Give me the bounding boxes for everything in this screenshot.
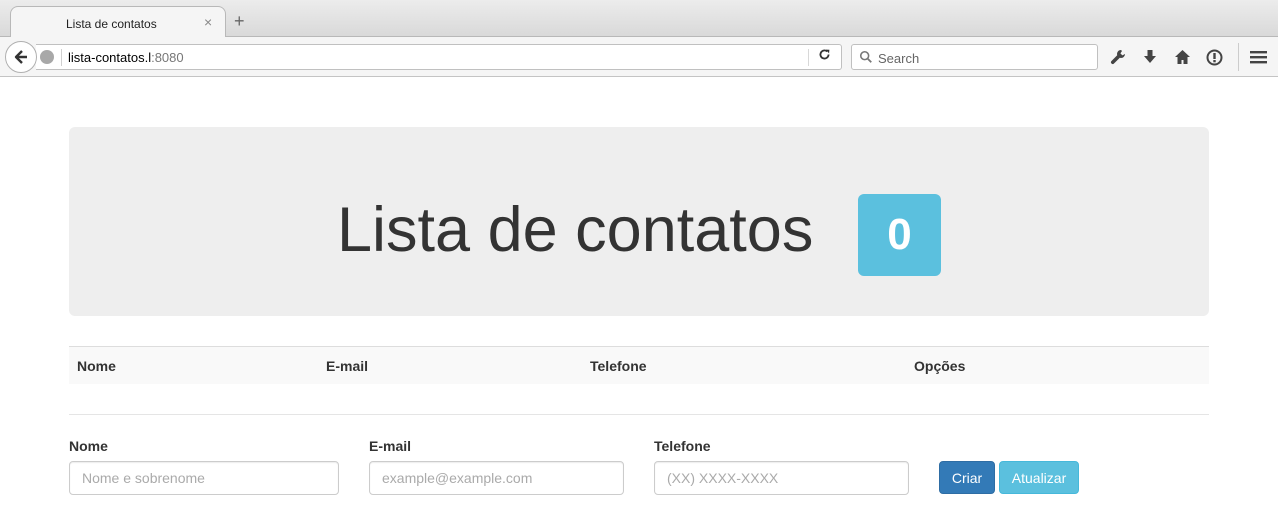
name-input[interactable] [69,461,339,495]
form-divider [69,414,1209,415]
column-header-opcoes: Opções [914,358,966,374]
download-icon[interactable] [1139,46,1161,68]
search-bar[interactable]: Search [851,44,1098,70]
email-label: E-mail [369,438,412,454]
page-title: Lista de contatos [337,195,814,265]
browser-tab[interactable]: Lista de contatos × [10,6,226,38]
url-port: :8080 [151,50,184,65]
home-icon[interactable] [1171,46,1193,68]
new-tab-icon[interactable]: + [234,12,245,30]
back-button[interactable] [5,41,37,73]
contact-count-badge: 0 [858,194,941,276]
search-placeholder: Search [878,51,920,66]
search-icon [859,50,872,63]
phone-input[interactable] [654,461,909,495]
url-bar[interactable]: lista-contatos.l:8080 [36,44,842,70]
tab-close-icon[interactable]: × [204,14,212,30]
back-icon [14,50,27,64]
contacts-table-header: Nome E-mail Telefone Opções [69,346,1209,384]
tab-title: Lista de contatos [66,17,157,31]
update-button[interactable]: Atualizar [999,461,1079,494]
url-separator [61,49,62,66]
globe-icon [40,50,54,64]
info-icon[interactable] [1203,46,1225,68]
phone-label: Telefone [654,438,711,454]
url-text[interactable]: lista-contatos.l:8080 [68,50,184,65]
create-button[interactable]: Criar [939,461,995,494]
menu-icon[interactable] [1247,46,1269,68]
email-input[interactable] [369,461,624,495]
reload-separator [808,49,809,66]
column-header-telefone: Telefone [590,358,647,374]
reload-icon[interactable] [818,48,831,65]
url-host: lista-contatos.l [68,50,152,65]
tab-strip: Lista de contatos × + [0,0,1278,38]
navigation-toolbar: lista-contatos.l:8080 Search [0,37,1278,77]
column-header-email: E-mail [326,358,369,374]
toolbar-separator [1238,43,1239,71]
name-label: Nome [69,438,108,454]
wrench-icon[interactable] [1107,46,1129,68]
column-header-nome: Nome [77,358,116,374]
